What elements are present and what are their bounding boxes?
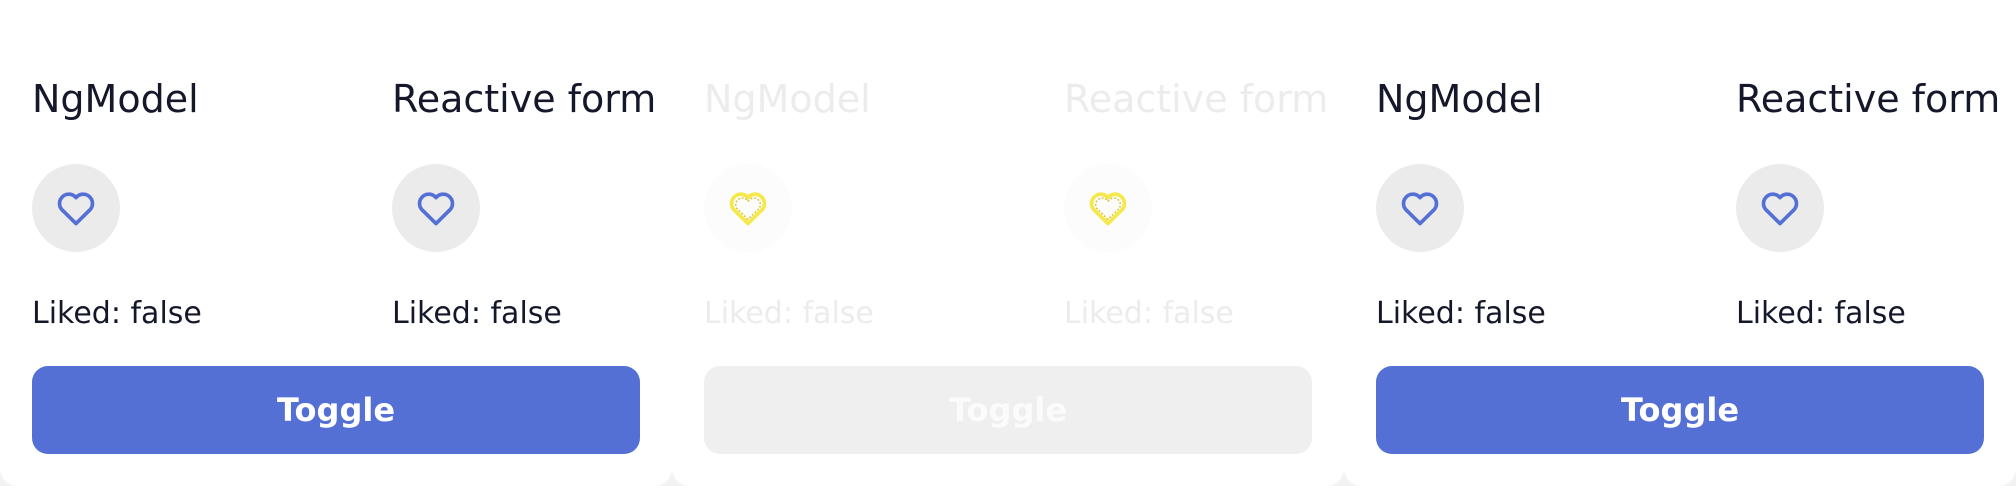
- heart-outline-icon: [1761, 192, 1799, 226]
- reactive-form-liked-status: Liked: false: [1736, 296, 1906, 331]
- heart-outline-icon: [729, 192, 767, 226]
- toggle-button[interactable]: Toggle: [1376, 366, 1984, 454]
- heart-outline-icon: [57, 192, 95, 226]
- reactive-form-title: Reactive form: [1736, 77, 2001, 121]
- reactive-form-title: Reactive form: [392, 77, 657, 121]
- reactive-form-title: Reactive form: [1064, 77, 1329, 121]
- heart-outline-icon: [1401, 192, 1439, 226]
- ngmodel-title: NgModel: [1376, 77, 1543, 121]
- heart-outline-icon: [417, 192, 455, 226]
- ngmodel-liked-status: Liked: false: [704, 296, 874, 331]
- panel-3: NgModel Liked: false Reactive form Liked…: [1344, 0, 2016, 486]
- ngmodel-like-button: [704, 164, 792, 252]
- ngmodel-liked-status: Liked: false: [1376, 296, 1546, 331]
- panel-2-disabled: NgModel Liked: false Reactive form Liked…: [672, 0, 1344, 486]
- ngmodel-like-button[interactable]: [1376, 164, 1464, 252]
- reactive-form-liked-status: Liked: false: [392, 296, 562, 331]
- reactive-form-like-button: [1064, 164, 1152, 252]
- ngmodel-title: NgModel: [704, 77, 871, 121]
- reactive-form-like-button[interactable]: [1736, 164, 1824, 252]
- ngmodel-like-button[interactable]: [32, 164, 120, 252]
- panel-1: NgModel Liked: false Reactive form Liked…: [0, 0, 672, 486]
- toggle-button[interactable]: Toggle: [32, 366, 640, 454]
- reactive-form-like-button[interactable]: [392, 164, 480, 252]
- ngmodel-title: NgModel: [32, 77, 199, 121]
- reactive-form-liked-status: Liked: false: [1064, 296, 1234, 331]
- ngmodel-liked-status: Liked: false: [32, 296, 202, 331]
- toggle-button-disabled: Toggle: [704, 366, 1312, 454]
- heart-outline-icon: [1089, 192, 1127, 226]
